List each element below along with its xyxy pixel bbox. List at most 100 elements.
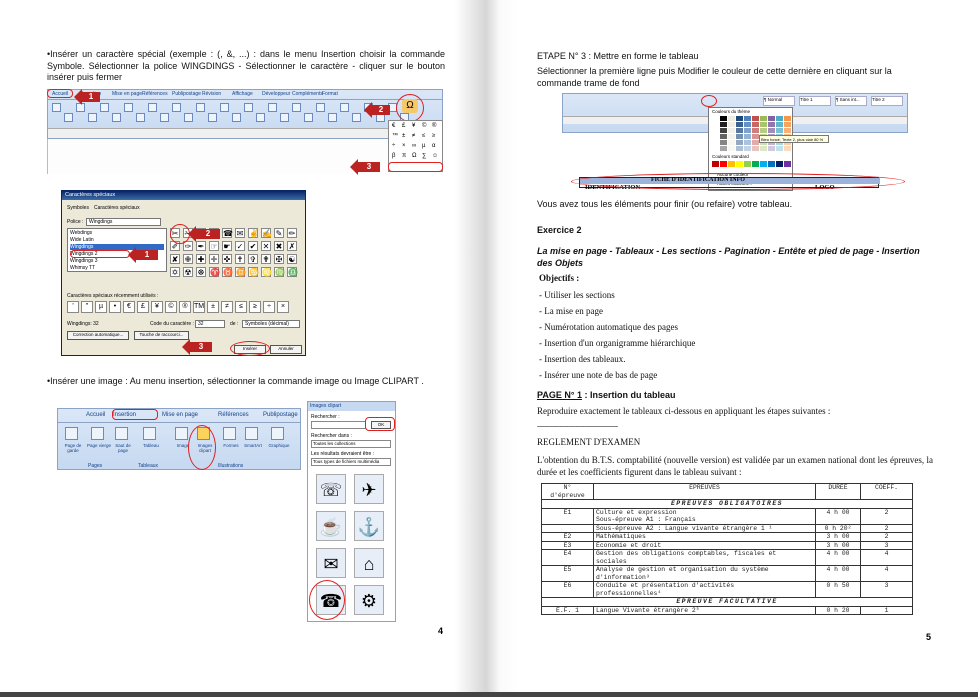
recent-symbol[interactable]: ≥: [249, 301, 261, 313]
std-color-swatch[interactable]: [784, 161, 791, 167]
color-swatch[interactable]: [736, 128, 743, 133]
symbol-cell[interactable]: ✓: [235, 241, 245, 251]
shortcut-button[interactable]: Touche de raccourci...: [134, 331, 189, 340]
symbol-cell[interactable]: ✎: [274, 228, 284, 238]
symbol-option[interactable]: ±: [402, 133, 405, 139]
clipart-search-input[interactable]: [311, 421, 366, 429]
ribbon-icon[interactable]: [340, 103, 349, 112]
symbol-cell[interactable]: ☎: [222, 228, 233, 238]
ribbon-icon[interactable]: [304, 113, 313, 122]
ribbon2-button[interactable]: Graphique: [266, 443, 292, 448]
symbol-option[interactable]: ÷: [392, 143, 395, 149]
color-swatch[interactable]: [744, 128, 751, 133]
color-swatch[interactable]: [736, 122, 743, 127]
color-swatch[interactable]: [736, 116, 743, 121]
ribbon-icon[interactable]: [208, 113, 217, 122]
symbol-cell[interactable]: ✜: [222, 254, 232, 264]
police-select[interactable]: Wingdings: [86, 218, 161, 226]
ribbon2-tab[interactable]: Références: [218, 412, 249, 418]
symbol-cell[interactable]: ✘: [170, 254, 180, 264]
color-swatch[interactable]: [768, 128, 775, 133]
std-color-swatch[interactable]: [760, 161, 767, 167]
symbol-option[interactable]: ™: [392, 133, 398, 139]
symbol-option[interactable]: ☺: [432, 153, 438, 159]
symbol-cell[interactable]: ♋: [248, 267, 259, 277]
ribbon-tab[interactable]: Mise en page: [112, 91, 142, 97]
symbol-option[interactable]: ∞: [412, 143, 416, 149]
std-color-swatch[interactable]: [720, 161, 727, 167]
ribbon-icon[interactable]: [196, 103, 205, 112]
ribbon-icon[interactable]: [316, 103, 325, 112]
color-swatch[interactable]: [776, 128, 783, 133]
ribbon2-button[interactable]: SmartArt: [240, 443, 266, 448]
color-swatch[interactable]: [752, 146, 759, 151]
symbol-cell[interactable]: ☯: [287, 254, 297, 264]
color-swatch[interactable]: [728, 128, 735, 133]
std-color-swatch[interactable]: [752, 161, 759, 167]
ribbon-tab[interactable]: Compléments: [292, 91, 323, 97]
color-swatch[interactable]: [752, 134, 759, 139]
clipart-thumb[interactable]: ✈: [354, 474, 384, 504]
color-swatch[interactable]: [712, 140, 719, 145]
recent-symbol[interactable]: ¥: [151, 301, 163, 313]
color-swatch[interactable]: [744, 134, 751, 139]
code-char-input[interactable]: 32: [195, 320, 225, 328]
color-swatch[interactable]: [728, 116, 735, 121]
symbol-cell[interactable]: ✉: [235, 228, 245, 238]
recent-symbol[interactable]: ≠: [221, 301, 233, 313]
style-box[interactable]: ¶ Sans int...: [835, 96, 867, 106]
ribbon-tab[interactable]: Développeur: [262, 91, 290, 97]
symbol-option[interactable]: ≠: [412, 133, 415, 139]
ribbon-icon[interactable]: [292, 103, 301, 112]
recent-symbol[interactable]: ": [81, 301, 93, 313]
ribbon2-button[interactable]: Saut de page: [110, 443, 136, 453]
clipart-thumb[interactable]: ✉: [316, 548, 346, 578]
ribbon2-icon[interactable]: [271, 427, 284, 440]
style-box[interactable]: Titre 1: [799, 96, 831, 106]
tab-symbols[interactable]: Symboles: [67, 205, 89, 211]
recent-symbol[interactable]: ®: [179, 301, 191, 313]
symbol-cell[interactable]: ✛: [209, 254, 219, 264]
symbol-cell[interactable]: ✡: [170, 267, 180, 277]
symbol-cell[interactable]: ☸: [196, 267, 206, 277]
ribbon2-tab[interactable]: Publipostage: [263, 412, 298, 418]
color-swatch[interactable]: [744, 122, 751, 127]
symbol-option[interactable]: £: [402, 123, 405, 129]
font-list-item[interactable]: Whimsy TT: [70, 265, 95, 271]
ribbon-tab[interactable]: Révision: [202, 91, 221, 97]
clipart-thumb[interactable]: ☏: [316, 474, 346, 504]
ribbon-icon[interactable]: [124, 103, 133, 112]
recent-symbol[interactable]: ≤: [235, 301, 247, 313]
ribbon-icon[interactable]: [88, 113, 97, 122]
ribbon-icon[interactable]: [184, 113, 193, 122]
ribbon-icon[interactable]: [244, 103, 253, 112]
symbol-cell[interactable]: ☛: [222, 241, 232, 251]
ribbon-icon[interactable]: [148, 103, 157, 112]
ribbon-icon[interactable]: [256, 113, 265, 122]
clipart-thumb[interactable]: ⚓: [354, 511, 384, 541]
ribbon-icon[interactable]: [172, 103, 181, 112]
ribbon2-button[interactable]: Tableau: [138, 443, 164, 448]
color-swatch[interactable]: [784, 128, 791, 133]
symbol-cell[interactable]: ☞: [209, 241, 219, 251]
symbol-cell[interactable]: ♈: [209, 267, 220, 277]
cancel-button[interactable]: Annuler: [270, 345, 302, 354]
clipart-result-select[interactable]: Tous types de fichiers multimédia: [311, 458, 391, 466]
ribbon-tab[interactable]: Publipostage: [172, 91, 201, 97]
color-swatch[interactable]: [768, 122, 775, 127]
color-swatch[interactable]: [720, 140, 727, 145]
color-swatch[interactable]: [712, 134, 719, 139]
symbol-cell[interactable]: ✗: [287, 241, 297, 251]
ribbon-icon[interactable]: [232, 113, 241, 122]
color-swatch[interactable]: [728, 146, 735, 151]
std-color-swatch[interactable]: [712, 161, 719, 167]
ribbon2-icon[interactable]: [143, 427, 156, 440]
color-swatch[interactable]: [720, 134, 727, 139]
symbol-cell[interactable]: ✒: [196, 241, 206, 251]
color-swatch[interactable]: [784, 122, 791, 127]
ribbon2-icon[interactable]: [175, 427, 188, 440]
font-list-item[interactable]: Wingdings 3: [70, 258, 98, 264]
recent-symbol[interactable]: €: [123, 301, 135, 313]
color-swatch[interactable]: [720, 122, 727, 127]
color-swatch[interactable]: [768, 146, 775, 151]
